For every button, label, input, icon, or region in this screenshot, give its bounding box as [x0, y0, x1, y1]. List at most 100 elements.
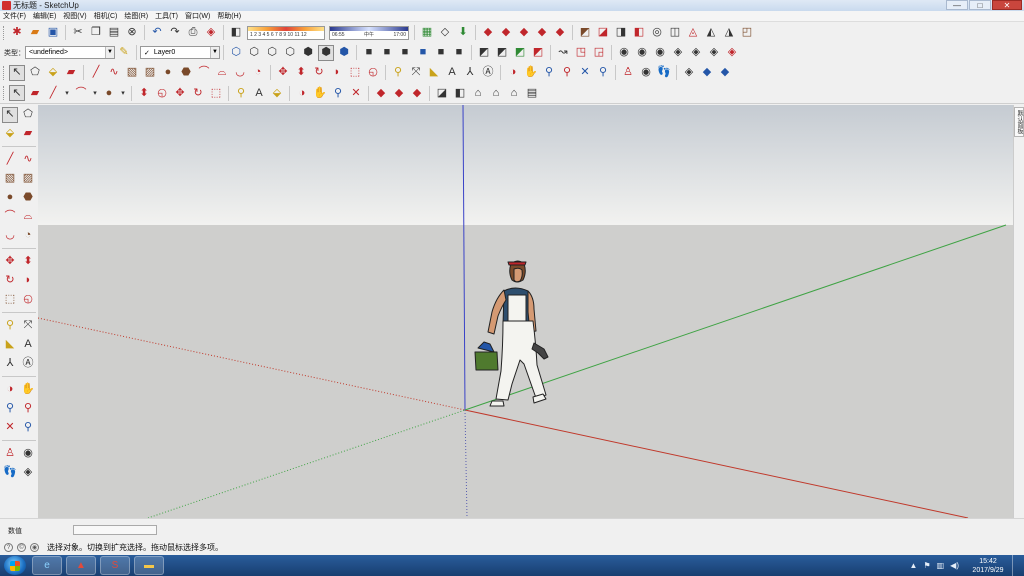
shadow-month-slider[interactable]: 1 2 3 4 5 6 7 8 9 10 11 12	[247, 25, 325, 40]
house-icon-1[interactable]: ⌂	[470, 85, 486, 101]
zoom-window-tool-icon[interactable]: ⚲	[559, 65, 575, 81]
previous-view-icon[interactable]: ⚲	[20, 420, 36, 436]
advanced-camera-icon[interactable]: ◆	[717, 65, 733, 81]
circle-icon[interactable]: ●	[160, 65, 176, 81]
dimension-icon[interactable]: ⤧	[20, 318, 36, 334]
position-camera-tool-icon[interactable]: ♙	[620, 65, 636, 81]
pie-icon[interactable]: ◔	[250, 65, 266, 81]
text-icon[interactable]: A	[251, 85, 267, 101]
push-pull-icon[interactable]: ⬍	[20, 254, 36, 270]
wireframe-icon[interactable]: ⬡	[264, 45, 280, 61]
iso-view-icon[interactable]: ■	[361, 45, 377, 61]
3d-text-icon[interactable]: Ⓐ	[20, 356, 36, 372]
offset-tool-icon[interactable]: ◵	[365, 65, 381, 81]
tray-network-icon[interactable]: ▥	[937, 561, 945, 570]
measurements-input[interactable]	[73, 525, 157, 535]
orbit-icon[interactable]: ◑	[294, 85, 310, 101]
rotate-icon[interactable]: ↻	[311, 65, 327, 81]
eraser-icon[interactable]: ▰	[63, 65, 79, 81]
taskbar-clock[interactable]: 15:42 2017/9/29	[968, 557, 1008, 575]
monochrome-icon[interactable]: ⬢	[336, 45, 352, 61]
arc-icon[interactable]: ⌒	[2, 209, 18, 225]
follow-me-icon[interactable]: ↝	[555, 45, 571, 61]
display-section-fill-icon[interactable]: ◩	[530, 45, 546, 61]
select-icon[interactable]: ↖	[9, 85, 25, 101]
get-models-icon[interactable]: ⬇	[455, 25, 471, 41]
circle-icon[interactable]: ●	[2, 190, 18, 206]
menu-draw[interactable]: 绘图(R)	[121, 11, 152, 21]
taskbar-explorer-icon[interactable]: ▬	[134, 556, 164, 575]
toolbar-grip[interactable]	[3, 86, 6, 100]
paint-bucket-icon[interactable]: ⬙	[269, 85, 285, 101]
zoom-window-icon[interactable]: ⚲	[20, 401, 36, 417]
redo-icon[interactable]: ↷	[167, 25, 183, 41]
solid-intersect-icon[interactable]: ◭	[703, 25, 719, 41]
position-camera-icon[interactable]: ◉	[616, 45, 632, 61]
text-tool-icon[interactable]: A	[444, 65, 460, 81]
three-point-arc-icon[interactable]: ◡	[2, 228, 18, 244]
scale-icon[interactable]: ⬚	[208, 85, 224, 101]
freehand-icon[interactable]: ∿	[20, 152, 36, 168]
solid-outer-shell-icon[interactable]: ◨	[613, 25, 629, 41]
sandbox-from-scratch-icon[interactable]: ◆	[498, 25, 514, 41]
paint-bucket-icon[interactable]: ⬙	[2, 126, 18, 142]
toolbar-grip[interactable]	[3, 25, 6, 40]
eraser-icon[interactable]: ▰	[20, 126, 36, 142]
position-camera-icon[interactable]: ♙	[2, 446, 18, 462]
pan-icon[interactable]: ✋	[523, 65, 539, 81]
outer-shell-icon[interactable]: ◲	[591, 45, 607, 61]
shaded-icon[interactable]: ⬢	[300, 45, 316, 61]
walk-icon[interactable]: 👣	[2, 465, 18, 481]
rotated-rectangle-icon[interactable]: ▨	[20, 171, 36, 187]
shadow-toggle-icon[interactable]: ◧	[228, 25, 244, 41]
tape-measure-icon[interactable]: ⚲	[2, 318, 18, 334]
display-section-cuts-icon[interactable]: ◩	[512, 45, 528, 61]
zoom-extents-icon[interactable]: ◈	[706, 45, 722, 61]
share-model-icon[interactable]: ◆	[391, 85, 407, 101]
taskbar-app-red-icon[interactable]: S	[100, 556, 130, 575]
orbit-icon[interactable]: ◑	[2, 382, 18, 398]
zoom-extents-icon[interactable]: ✕	[2, 420, 18, 436]
house-icon-3[interactable]: ⌂	[506, 85, 522, 101]
stamp-icon[interactable]: ◆	[534, 25, 550, 41]
xray-icon[interactable]: ⬡	[228, 45, 244, 61]
previous-icon[interactable]: ⚲	[595, 65, 611, 81]
start-button[interactable]	[4, 556, 26, 575]
save-icon[interactable]: ▣	[45, 25, 61, 41]
dimension-icon[interactable]: ⤧	[408, 65, 424, 81]
left-view-icon[interactable]: ■	[451, 45, 467, 61]
look-around-icon[interactable]: ◉	[652, 45, 668, 61]
two-point-arc-icon[interactable]: ⌓	[214, 65, 230, 81]
protractor-icon[interactable]: ◣	[2, 337, 18, 353]
menu-edit[interactable]: 编辑(E)	[30, 11, 60, 21]
three-point-arc-icon[interactable]: ◡	[232, 65, 248, 81]
previous-view-icon[interactable]: ◈	[670, 45, 686, 61]
paint-bucket-icon[interactable]: ⬙	[45, 65, 61, 81]
pan-icon[interactable]: ✋	[20, 382, 36, 398]
shaded-textures-icon[interactable]: ⬢	[318, 44, 334, 61]
tape-measure-icon[interactable]: ⚲	[390, 65, 406, 81]
move-icon[interactable]: ✥	[275, 65, 291, 81]
axes-icon[interactable]: ⅄	[2, 356, 18, 372]
component-options-icon[interactable]: ✎	[116, 45, 132, 61]
line-tool-icon[interactable]: ╱	[88, 65, 104, 81]
walk-icon[interactable]: ◉	[634, 45, 650, 61]
rectangle-icon[interactable]: ▧	[2, 171, 18, 187]
menu-window[interactable]: 窗口(W)	[182, 11, 214, 21]
house-icon-2[interactable]: ⌂	[488, 85, 504, 101]
offset-icon[interactable]: ◵	[20, 292, 36, 308]
zoom-extents-icon[interactable]: ✕	[348, 85, 364, 101]
extension-warehouse-icon[interactable]: ◆	[409, 85, 425, 101]
open-icon[interactable]: ▰	[27, 25, 43, 41]
maximize-button[interactable]: □	[969, 0, 991, 10]
taskbar-sketchup-icon[interactable]: ▲	[66, 556, 96, 575]
rotate-icon[interactable]: ↻	[190, 85, 206, 101]
push-pull-icon[interactable]: ⬍	[293, 65, 309, 81]
model-viewport[interactable]	[38, 105, 1013, 518]
menu-view[interactable]: 视图(V)	[60, 11, 90, 21]
move-icon[interactable]: ✥	[2, 254, 18, 270]
solid-union-icon[interactable]: ◧	[631, 25, 647, 41]
photo-texture-icon[interactable]: ◰	[739, 25, 755, 41]
zoom-icon[interactable]: ⚲	[2, 401, 18, 417]
look-around-tool-icon[interactable]: ◉	[638, 65, 654, 81]
